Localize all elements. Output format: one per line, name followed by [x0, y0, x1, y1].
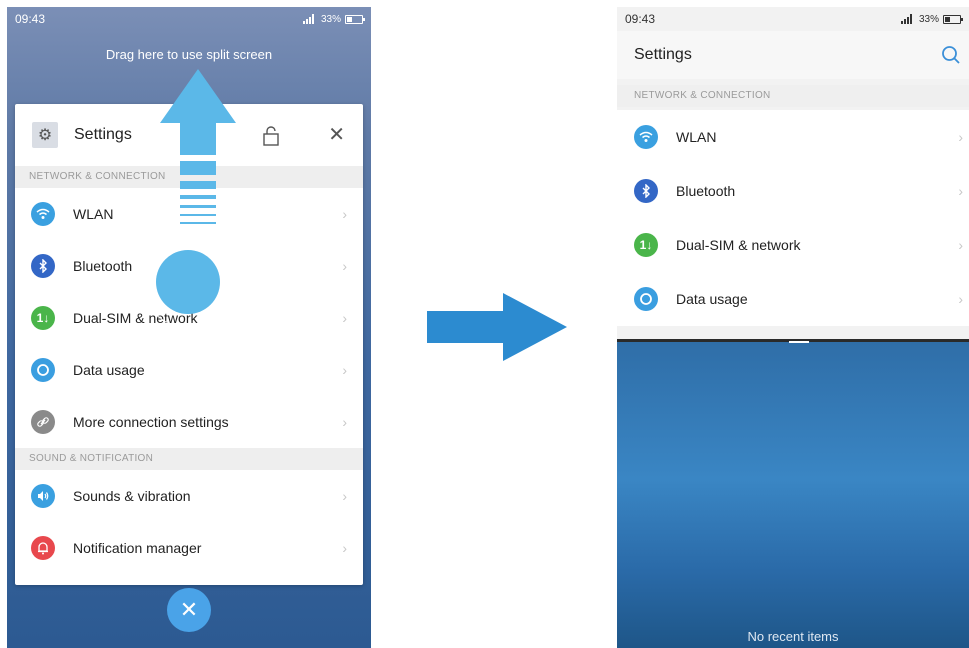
bluetooth-icon	[634, 179, 658, 203]
close-recents-button[interactable]: ✕	[167, 588, 211, 632]
signal-icon	[900, 14, 915, 24]
transition-arrow-icon	[427, 293, 567, 361]
chevron-right-icon: ›	[342, 488, 347, 504]
chevron-right-icon: ›	[342, 258, 347, 274]
status-indicators: 33%	[900, 12, 963, 26]
data-usage-icon	[31, 358, 55, 382]
list-item-dual-sim[interactable]: 1↓ Dual-SIM & network ›	[617, 218, 969, 272]
sim-icon: 1↓	[31, 306, 55, 330]
split-screen-drop-zone[interactable]: Drag here to use split screen	[7, 47, 371, 62]
bluetooth-icon	[31, 254, 55, 278]
section-header-sound: SOUND & NOTIFICATION	[15, 448, 363, 470]
status-bar: 09:43 33%	[617, 7, 969, 31]
status-indicators: 33%	[302, 12, 365, 26]
list-item-data-usage[interactable]: Data usage ›	[617, 272, 969, 326]
status-time: 09:43	[15, 12, 46, 26]
card-title: Settings	[74, 126, 132, 143]
list-item-data-usage[interactable]: Data usage ›	[15, 344, 363, 396]
list-item-label: Bluetooth	[676, 183, 736, 199]
section-header-network: NETWORK & CONNECTION	[617, 85, 969, 107]
touch-point-fill	[156, 250, 220, 314]
list-item-label: Data usage	[73, 362, 145, 378]
gear-icon: ⚙	[32, 122, 58, 148]
lock-icon[interactable]	[262, 126, 280, 146]
battery-percent: 33%	[918, 13, 939, 25]
drag-up-arrow-icon	[160, 69, 236, 224]
speaker-icon	[31, 484, 55, 508]
wifi-icon	[31, 202, 55, 226]
right-phone-screen: 09:43 33% Settings NETWORK & CONNECTION …	[617, 7, 969, 648]
chevron-right-icon: ›	[342, 310, 347, 326]
list-item-label: Bluetooth	[73, 258, 133, 274]
link-icon	[31, 410, 55, 434]
chevron-right-icon: ›	[342, 540, 347, 556]
list-item-label: WLAN	[73, 206, 114, 222]
sim-icon: 1↓	[634, 233, 658, 257]
battery-percent: 33%	[320, 13, 341, 25]
list-item-label: WLAN	[676, 129, 717, 145]
search-icon[interactable]	[941, 45, 961, 65]
bell-icon	[31, 536, 55, 560]
chevron-right-icon: ›	[958, 183, 963, 199]
battery-icon	[943, 14, 963, 24]
recent-apps-area[interactable]: No recent items	[617, 342, 969, 648]
chevron-right-icon: ›	[958, 129, 963, 145]
app-bar: Settings	[617, 31, 969, 79]
list-item-label: Dual-SIM & network	[676, 237, 801, 253]
status-bar: 09:43 33%	[7, 7, 371, 31]
wifi-icon	[634, 125, 658, 149]
chevron-right-icon: ›	[342, 206, 347, 222]
list-item-more-connection[interactable]: More connection settings ›	[15, 396, 363, 448]
list-item-bluetooth[interactable]: Bluetooth ›	[617, 164, 969, 218]
battery-icon	[345, 14, 365, 24]
data-usage-icon	[634, 287, 658, 311]
status-time: 09:43	[625, 12, 656, 26]
divider-handle[interactable]	[789, 341, 809, 343]
chevron-right-icon: ›	[342, 414, 347, 430]
list-item-wlan[interactable]: WLAN ›	[617, 110, 969, 164]
close-icon[interactable]: ✕	[328, 122, 345, 147]
settings-list: WLAN › Bluetooth › 1↓ Dual-SIM & network…	[617, 110, 969, 326]
page-title: Settings	[634, 46, 692, 63]
chevron-right-icon: ›	[342, 362, 347, 378]
list-item-label: More connection settings	[73, 414, 229, 430]
list-item-label: Sounds & vibration	[73, 488, 191, 504]
list-item-label: Notification manager	[73, 540, 202, 556]
chevron-right-icon: ›	[958, 291, 963, 307]
signal-icon	[302, 14, 317, 24]
list-item-notification[interactable]: Notification manager ›	[15, 522, 363, 574]
chevron-right-icon: ›	[958, 237, 963, 253]
left-phone-screen: 09:43 33% Drag here to use split screen …	[7, 7, 371, 648]
no-recent-items-text: No recent items	[747, 629, 839, 644]
touch-point-indicator	[142, 236, 234, 328]
list-item-label: Data usage	[676, 291, 748, 307]
list-item-sounds[interactable]: Sounds & vibration ›	[15, 470, 363, 522]
